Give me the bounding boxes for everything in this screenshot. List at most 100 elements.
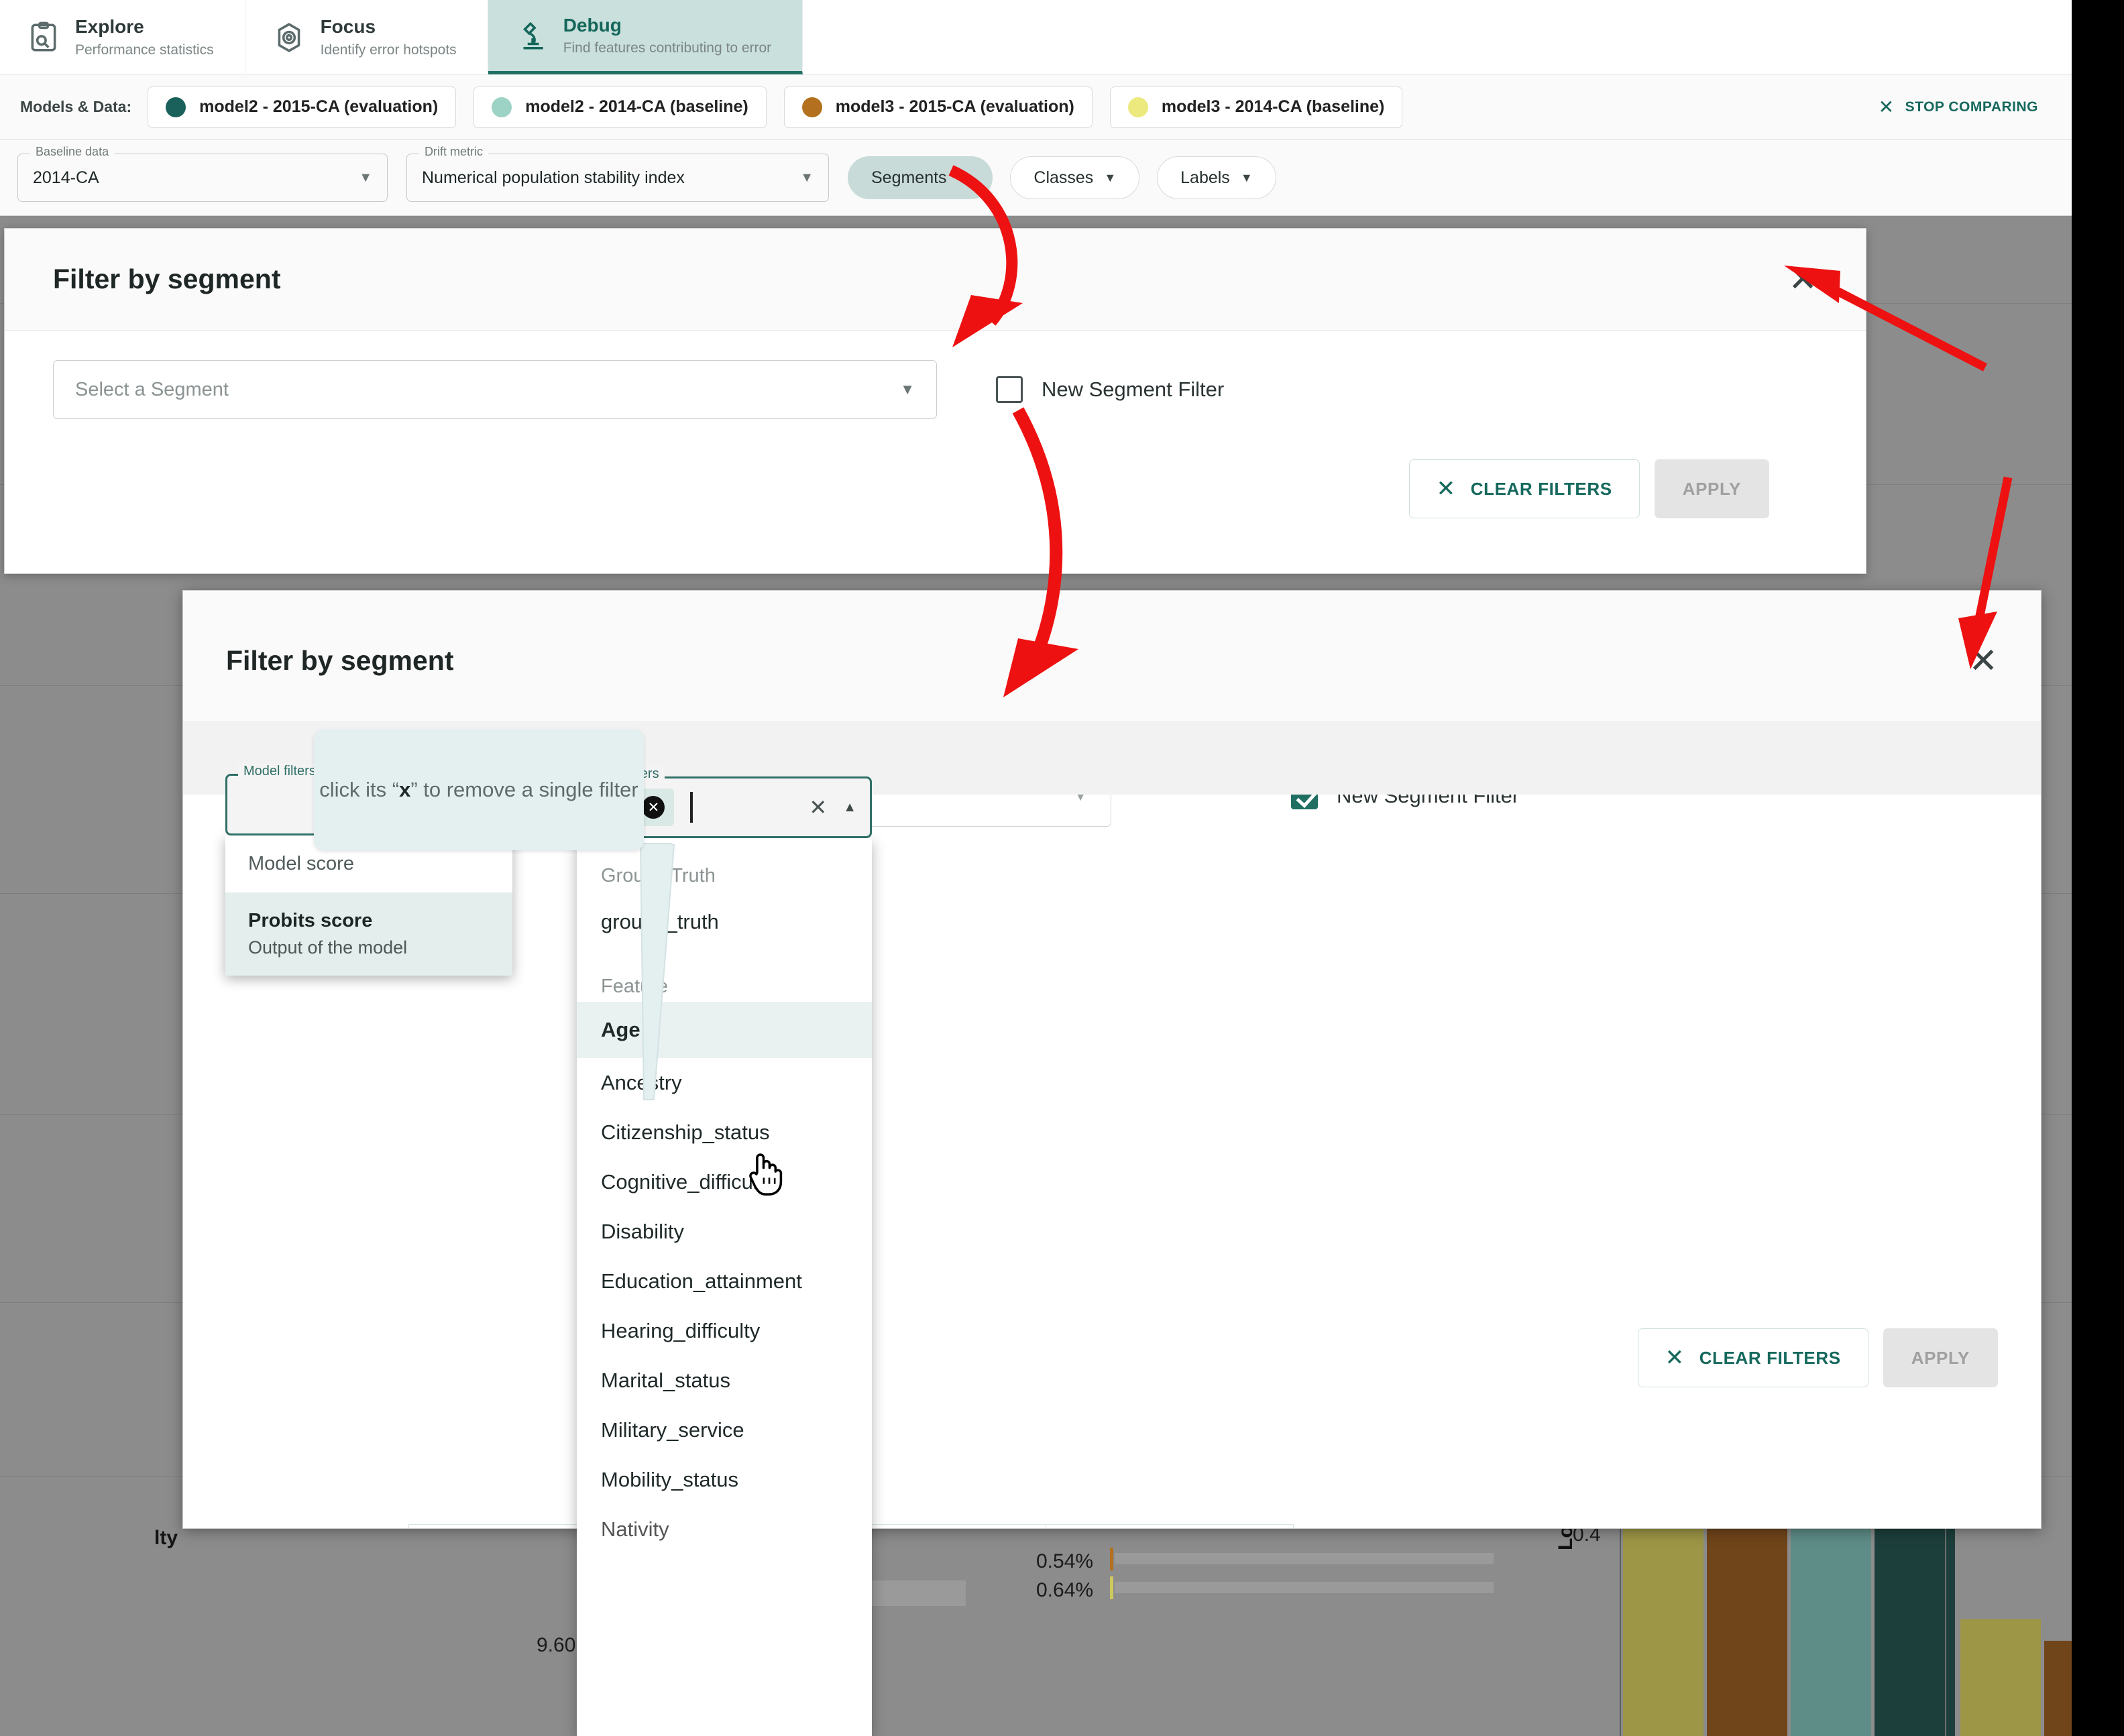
drift-metric-value: Numerical population stability index	[422, 168, 685, 187]
mouse-cursor-hand-icon	[749, 1153, 783, 1196]
dialog1-header: Filter by segment ✕	[5, 229, 1866, 331]
dropdown-item-marital-status[interactable]: Marital_status	[577, 1356, 872, 1405]
stop-comparing-label: STOP COMPARING	[1905, 99, 2038, 115]
new-segment-filter-label: New Segment Filter	[1042, 378, 1225, 401]
microscope-icon	[515, 19, 549, 52]
classes-label: Classes	[1033, 168, 1094, 187]
model-filters-dropdown: Model score Probits score Output of the …	[225, 835, 512, 976]
tab-explore[interactable]: Explore Performance statistics	[0, 0, 245, 74]
segments-dropdown-button[interactable]: Segments ▼	[848, 156, 993, 199]
dropdown-item-mobility-status[interactable]: Mobility_status	[577, 1455, 872, 1505]
chevron-down-icon: ▼	[359, 170, 372, 185]
model-chip-2[interactable]: model3 - 2015-CA (evaluation)	[783, 86, 1093, 128]
callout-text-pre: click its	[319, 778, 392, 802]
clipboard-search-icon	[27, 21, 60, 54]
baseline-data-value: 2014-CA	[33, 168, 99, 187]
callout-text-post: to remove a single filter	[417, 778, 638, 802]
dropdown-item-hearing-difficulty[interactable]: Hearing_difficulty	[577, 1306, 872, 1356]
filter-by-segment-dialog-1: Filter by segment ✕ Select a Segment ▼ N…	[4, 228, 1866, 574]
model-color-dot	[801, 97, 822, 117]
baseline-data-legend: Baseline data	[30, 145, 115, 159]
bg-pct-3: 0.54%	[1036, 1550, 1094, 1572]
dropdown-item-military-service[interactable]: Military_service	[577, 1405, 872, 1455]
dropdown-group-header-ground-truth: Ground Truth	[601, 865, 716, 886]
model-chip-0[interactable]: model2 - 2015-CA (evaluation)	[148, 86, 457, 128]
model-filters-option-probits-score[interactable]: Probits score Output of the model	[225, 892, 512, 976]
dropdown-item-education-attainment[interactable]: Education_attainment	[577, 1257, 872, 1306]
filters-toolbar: Baseline data 2014-CA ▼ Drift metric Num…	[0, 140, 2072, 215]
clear-filters-button-2[interactable]: ✕ CLEAR FILTERS	[1637, 1328, 1868, 1387]
remove-filter-callout: click its “x” to remove a single filter	[314, 730, 644, 850]
stop-comparing-button[interactable]: ✕ STOP COMPARING	[1879, 97, 2052, 117]
tab-explore-sublabel: Performance statistics	[75, 42, 214, 58]
drift-metric-select[interactable]: Drift metric Numerical population stabil…	[406, 145, 829, 202]
models-and-data-label: Models & Data:	[20, 98, 132, 115]
model-chip-label: model2 - 2014-CA (baseline)	[525, 97, 748, 116]
dialog1-title: Filter by segment	[53, 264, 281, 294]
labels-dropdown-button[interactable]: Labels ▼	[1157, 156, 1276, 199]
new-segment-filter-checkbox-1[interactable]: New Segment Filter	[996, 376, 1224, 403]
close-icon: ✕	[1665, 1345, 1685, 1371]
labels-label: Labels	[1180, 168, 1230, 187]
close-icon[interactable]: ✕	[1968, 644, 1998, 679]
model-chip-3[interactable]: model3 - 2014-CA (baseline)	[1109, 86, 1403, 128]
model-chip-1[interactable]: model2 - 2014-CA (baseline)	[473, 86, 767, 128]
close-icon: ✕	[1436, 476, 1456, 502]
age-filter-panel: (60 - 70) (70 - 80) (80 - 90) (90 - 100)…	[1046, 1524, 1294, 1528]
chevron-down-icon: ▼	[1104, 170, 1117, 184]
dropdown-item-ancestry[interactable]: Ancestry	[577, 1058, 872, 1108]
dropdown-item-nativity[interactable]: Nativity	[577, 1505, 872, 1554]
apply-label: APPLY	[1911, 1347, 1970, 1368]
dropdown-item-cognitive-difficulty[interactable]: Cognitive_difficulty	[577, 1157, 872, 1207]
drift-metric-legend: Drift metric	[419, 145, 488, 159]
dropdown-group-header-feature: Feature	[601, 976, 668, 997]
tab-debug-label: Debug	[563, 14, 622, 36]
close-icon[interactable]: ✕	[1788, 262, 1818, 297]
dropdown-item-age[interactable]: Age	[577, 1002, 872, 1058]
close-popup-note: click to close configuration popup	[1919, 384, 2074, 483]
dialog2-header: Filter by segment ✕	[183, 591, 2041, 732]
dialog2-title: Filter by segment	[226, 645, 454, 676]
text-cursor	[690, 792, 693, 823]
model-color-dot	[166, 97, 186, 117]
tab-focus[interactable]: Focus Identify error hotspots	[245, 0, 488, 74]
dropdown-item-disability[interactable]: Disability	[577, 1207, 872, 1257]
dropdown-item-citizenship-status[interactable]: Citizenship_status	[577, 1108, 872, 1157]
bg-partial-label: lty	[154, 1527, 178, 1549]
tab-focus-sublabel: Identify error hotspots	[320, 42, 457, 58]
model-filters-legend: Model filters	[238, 764, 321, 779]
option-label: Model score	[248, 853, 354, 874]
dropdown-item-ground-truth[interactable]: ground_truth	[577, 891, 872, 953]
bg-value-left-2: 9.60	[537, 1634, 576, 1656]
models-and-data-bar: Models & Data: model2 - 2015-CA (evaluat…	[0, 74, 2072, 140]
tab-explore-label: Explore	[75, 16, 144, 38]
clear-filters-label: CLEAR FILTERS	[1699, 1347, 1841, 1368]
dialog1-actions: ✕ CLEAR FILTERS APPLY	[53, 419, 1818, 518]
apply-button-1[interactable]: APPLY	[1654, 459, 1769, 518]
apply-label: APPLY	[1682, 478, 1741, 499]
model-color-dot	[492, 97, 512, 117]
target-icon	[272, 21, 306, 54]
callout-text-x: x	[399, 778, 411, 802]
baseline-data-select[interactable]: Baseline data 2014-CA ▼	[17, 145, 388, 202]
app-shell: Explore Performance statistics Focus Ide…	[0, 0, 2072, 216]
chevron-down-icon: ▼	[1240, 170, 1253, 184]
clear-icon[interactable]: ✕	[809, 795, 827, 820]
clear-filters-label: CLEAR FILTERS	[1470, 478, 1612, 499]
data-filters-dropdown[interactable]: Ground Truth ground_truth Feature Age An…	[577, 838, 872, 1736]
chevron-down-icon: ▼	[800, 170, 814, 185]
top-tabbar: Explore Performance statistics Focus Ide…	[0, 0, 2072, 74]
clear-filters-button-1[interactable]: ✕ CLEAR FILTERS	[1408, 459, 1640, 518]
segments-label: Segments	[871, 168, 947, 187]
classes-dropdown-button[interactable]: Classes ▼	[1010, 156, 1140, 199]
segment-select-placeholder: Select a Segment	[75, 378, 229, 400]
segment-select-1[interactable]: Select a Segment ▼	[53, 360, 937, 419]
tab-debug[interactable]: Debug Find features contributing to erro…	[488, 0, 803, 74]
chevron-up-icon: ▲	[843, 799, 856, 815]
option-label: Probits score	[248, 910, 373, 931]
dialog1-body: Select a Segment ▼ New Segment Filter ✕ …	[5, 331, 1866, 518]
tag-remove-icon[interactable]: ✕	[642, 796, 665, 819]
apply-button-2[interactable]: APPLY	[1883, 1328, 1998, 1387]
tab-focus-label: Focus	[320, 16, 376, 38]
bg-pct-4: 0.64%	[1036, 1579, 1094, 1601]
